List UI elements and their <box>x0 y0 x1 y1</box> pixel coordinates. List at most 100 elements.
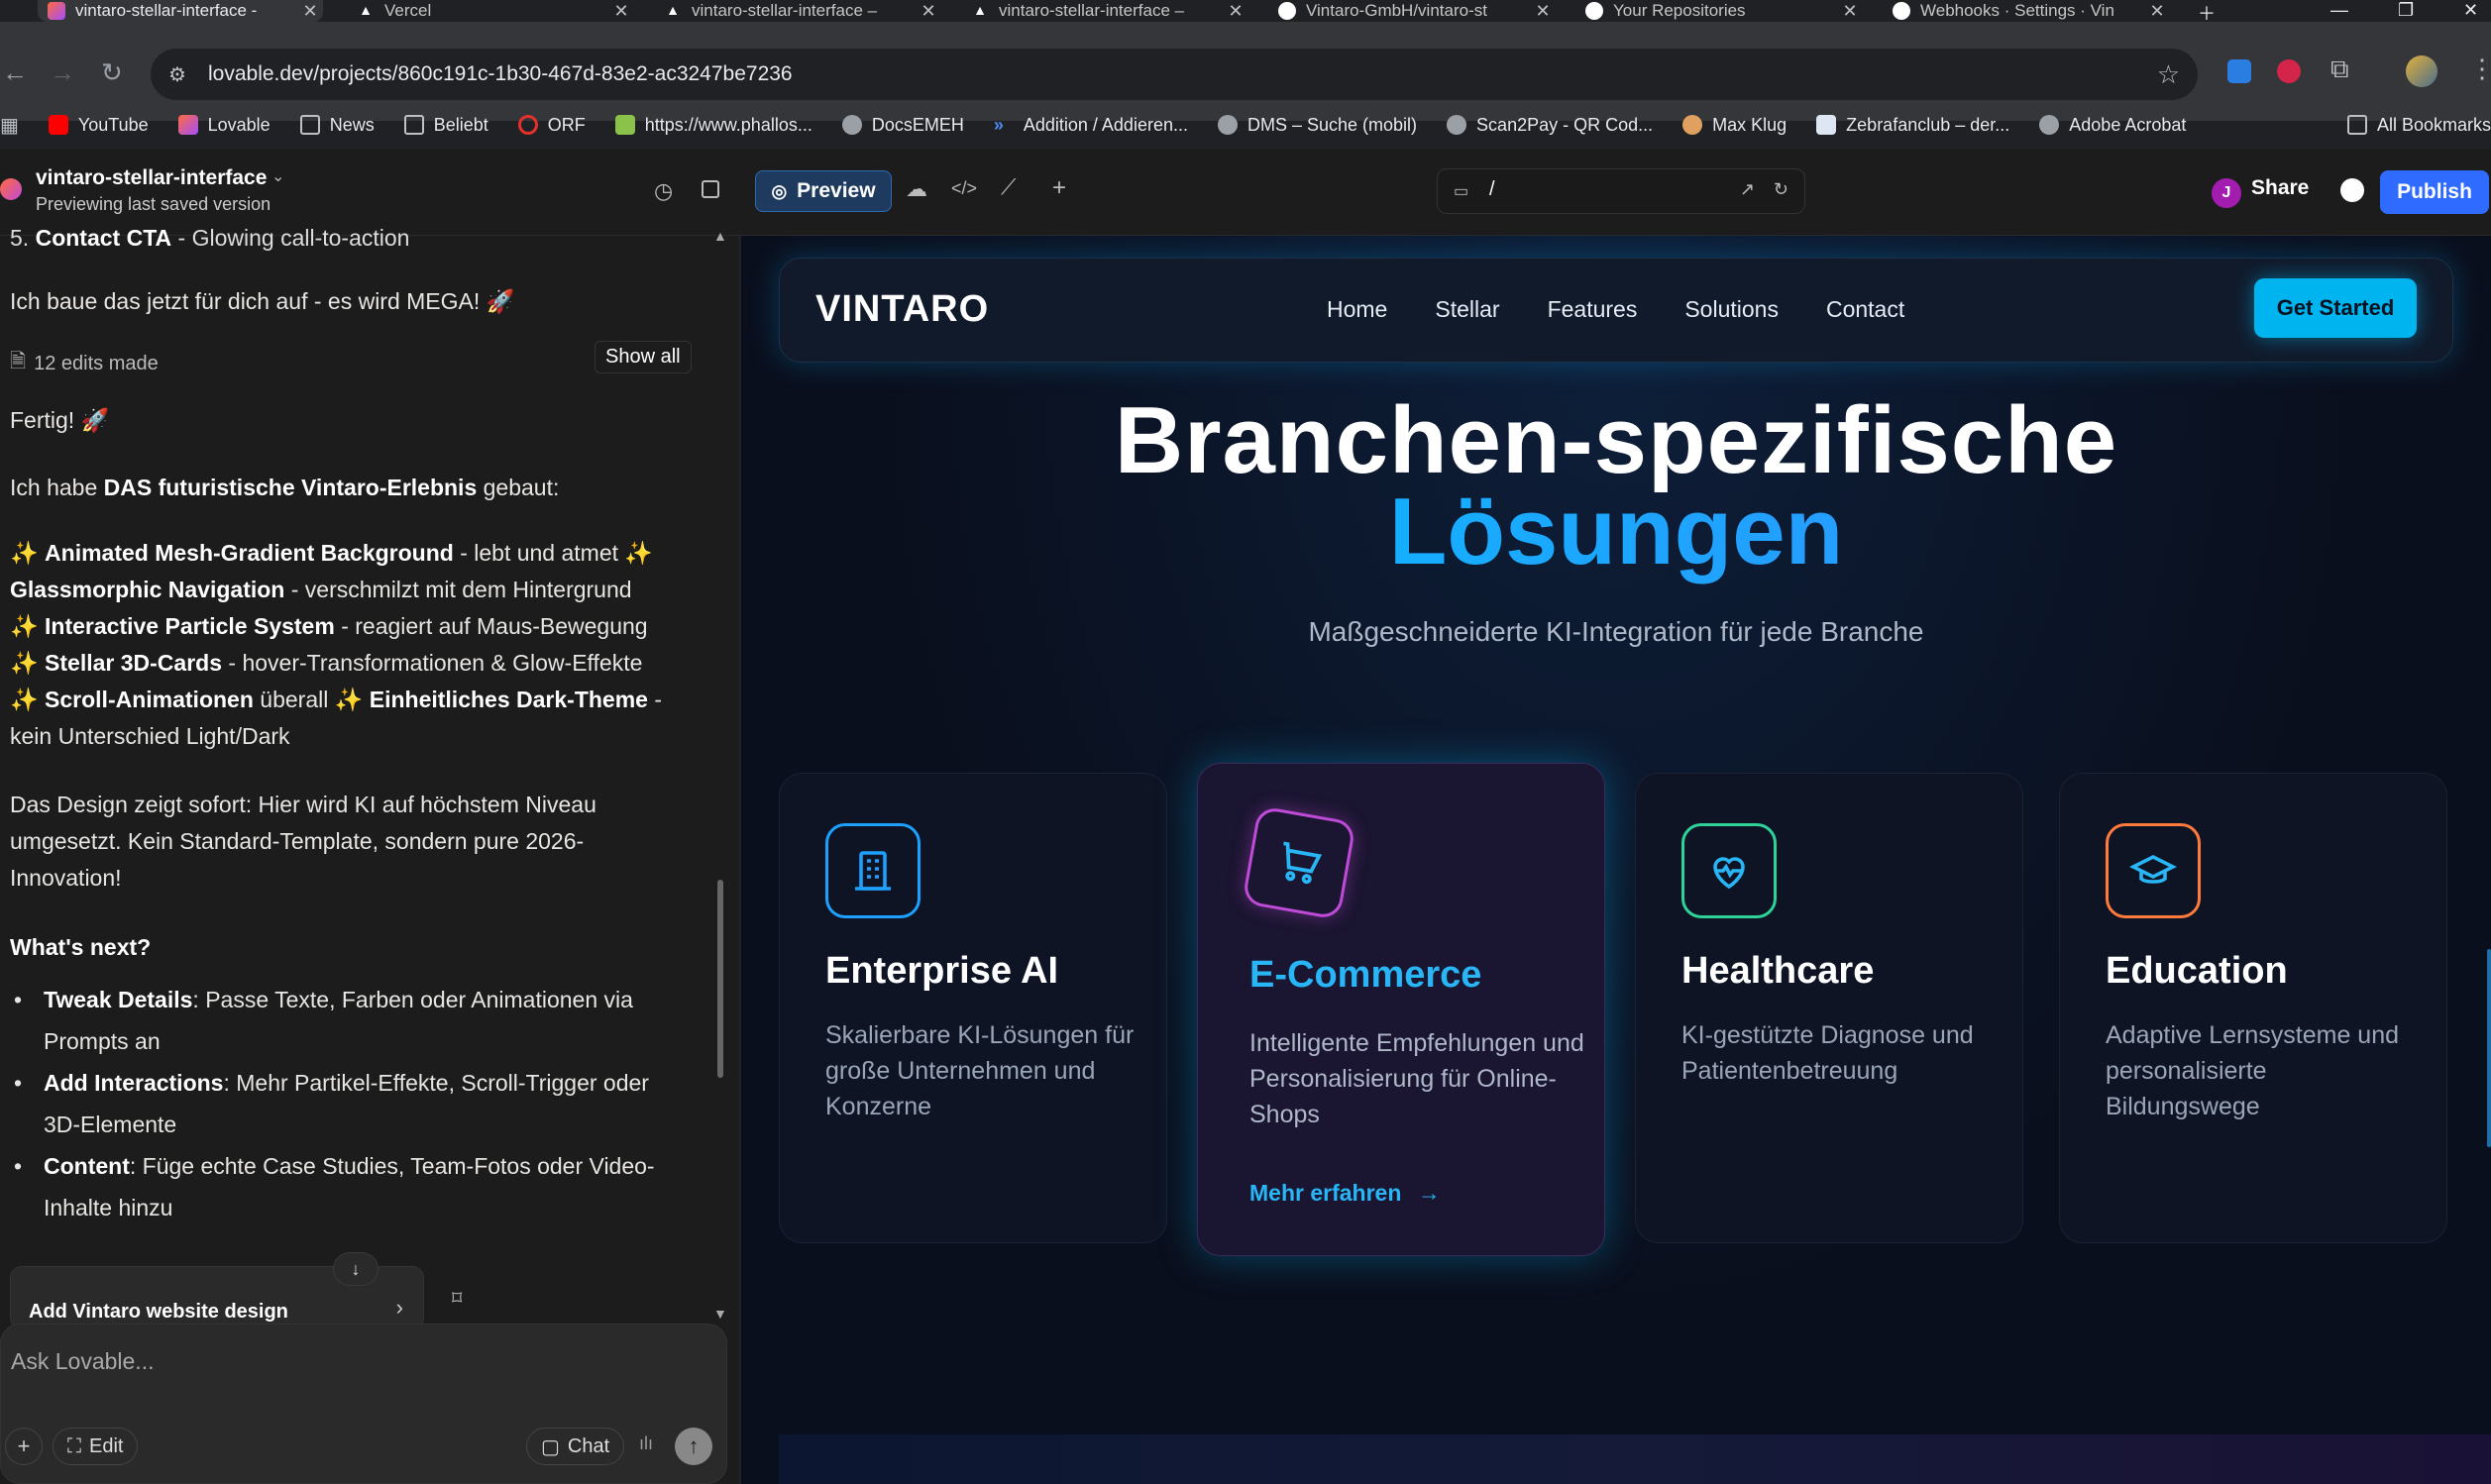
card-ecommerce[interactable]: E-Commerce Intelligente Empfehlungen und… <box>1197 763 1605 1256</box>
publish-button[interactable]: Publish <box>2380 170 2489 214</box>
tab-vintaro-2[interactable]: ▲ vintaro-stellar-interface – ✕ <box>654 0 941 22</box>
bookmark-news[interactable]: News <box>299 115 375 136</box>
profile-avatar[interactable] <box>2406 55 2437 87</box>
tab-webhooks[interactable]: Webhooks · Settings · Vin ✕ <box>1883 0 2170 22</box>
send-button[interactable]: ↑ <box>675 1428 712 1465</box>
bookmark-icon[interactable]: ⌑ <box>452 1286 462 1311</box>
sparkle-icon: ✨ <box>10 613 39 639</box>
close-tab-icon[interactable]: ✕ <box>1530 1 1556 22</box>
menu-kebab-icon[interactable]: ⋮ <box>2469 53 2491 84</box>
address-bar[interactable]: ⚙ lovable.dev/projects/860c191c-1b30-467… <box>151 49 2198 100</box>
preview-scrollbar[interactable] <box>2487 949 2491 1147</box>
get-started-button[interactable]: Get Started <box>2254 278 2417 338</box>
bookmark-docsemeh[interactable]: DocsEMEH <box>841 115 964 136</box>
site-info-icon[interactable]: ⚙ <box>168 62 186 87</box>
tab-vintaro-1[interactable]: vintaro-stellar-interface - ✕ <box>38 0 323 22</box>
route-bar[interactable]: ▭ / ↗ ↻ <box>1437 168 1805 214</box>
extension-icon-2[interactable] <box>2277 59 2301 83</box>
bookmark-scan2pay[interactable]: Scan2Pay - QR Cod... <box>1447 115 1653 136</box>
restore-button[interactable]: ❐ <box>2398 0 2414 21</box>
card-education[interactable]: Education Adaptive Lernsysteme und perso… <box>2059 773 2447 1243</box>
bookmark-star-icon[interactable]: ☆ <box>2157 59 2180 90</box>
history-icon[interactable]: ◷ <box>654 178 673 204</box>
cloud-icon[interactable]: ☁ <box>906 176 927 202</box>
show-all-button[interactable]: Show all <box>595 341 692 373</box>
tab-your-repositories[interactable]: Your Repositories ✕ <box>1575 0 1863 22</box>
all-bookmarks[interactable]: All Bookmarks <box>2346 114 2491 136</box>
bookmark-orf[interactable]: ORF <box>517 115 586 136</box>
code-icon[interactable]: </> <box>951 178 977 199</box>
file-icon: 🗎 <box>10 351 27 372</box>
attach-button[interactable]: + <box>5 1428 43 1465</box>
prompt-input[interactable]: Ask Lovable... <box>11 1348 154 1375</box>
close-tab-icon[interactable]: ✕ <box>916 1 941 22</box>
section-divider <box>779 1434 2491 1484</box>
preview-button[interactable]: ◎ Preview <box>755 170 892 212</box>
voice-icon[interactable]: ılı <box>639 1433 653 1454</box>
close-tab-icon[interactable]: ✕ <box>1837 1 1863 22</box>
scroll-up-icon[interactable]: ▲ <box>713 228 727 244</box>
nav-features[interactable]: Features <box>1548 296 1638 323</box>
device-icon[interactable]: ▭ <box>1454 181 1468 201</box>
bookmark-zebrafanclub[interactable]: Zebrafanclub – der... <box>1816 115 2009 136</box>
close-tab-icon[interactable]: ✕ <box>608 1 634 22</box>
forward-icon[interactable]: → <box>50 57 75 88</box>
close-tab-icon[interactable]: ✕ <box>2144 1 2170 22</box>
bookmark-label: Addition / Addieren... <box>1023 114 1188 135</box>
user-avatar[interactable]: J <box>2212 178 2241 208</box>
add-icon[interactable]: + <box>1052 174 1066 202</box>
lovable-icon <box>177 115 198 135</box>
apps-grid-icon[interactable]: ▦ <box>0 113 19 138</box>
cart-icon <box>1242 805 1356 920</box>
bookmark-phallos[interactable]: https://www.phallos... <box>614 115 812 136</box>
card-title: E-Commerce <box>1249 954 1482 996</box>
more-link[interactable]: Mehr erfahren → <box>1249 1180 1441 1207</box>
analytics-icon[interactable]: ⟋ <box>1001 174 1016 200</box>
bookmark-max-klug[interactable]: Max Klug <box>1682 115 1787 136</box>
card-enterprise-ai[interactable]: Enterprise AI Skalierbare KI-Lösungen fü… <box>779 773 1167 1243</box>
close-tab-icon[interactable]: ✕ <box>1223 1 1248 22</box>
chevron-down-icon[interactable]: ⌄ <box>271 166 284 186</box>
bookmark-youtube[interactable]: YouTube <box>48 115 149 136</box>
vercel-icon: ▲ <box>666 2 680 18</box>
card-healthcare[interactable]: Healthcare KI-gestützte Diagnose und Pat… <box>1635 773 2023 1243</box>
minimize-button[interactable]: — <box>2330 0 2348 21</box>
tab-title: vintaro-stellar-interface – <box>999 1 1185 20</box>
tab-vintaro-3[interactable]: ▲ vintaro-stellar-interface – ✕ <box>961 0 1248 22</box>
scrollbar-thumb[interactable] <box>717 880 723 1078</box>
bookmark-label: All Bookmarks <box>2376 114 2491 135</box>
bookmark-lovable[interactable]: Lovable <box>177 115 271 136</box>
site-preview: VINTARO Home Stellar Features Solutions … <box>741 236 2491 1484</box>
tab-github-repo[interactable]: Vintaro-GmbH/vintaro-st ✕ <box>1268 0 1556 22</box>
github-icon[interactable] <box>2340 178 2364 202</box>
back-icon[interactable]: ← <box>2 57 28 88</box>
extensions-puzzle-icon[interactable]: ⧉ <box>2330 53 2349 85</box>
building-icon <box>825 823 921 918</box>
nav-solutions[interactable]: Solutions <box>1684 296 1779 323</box>
nav-contact[interactable]: Contact <box>1826 296 1904 323</box>
scroll-to-bottom-button[interactable]: ↓ <box>333 1252 379 1286</box>
bookmark-dms[interactable]: DMS – Suche (mobil) <box>1217 115 1417 136</box>
open-external-icon[interactable]: ↗ <box>1740 179 1755 200</box>
bookmark-beliebt[interactable]: Beliebt <box>403 115 488 136</box>
list-item: • Content: Füge echte Case Studies, Team-… <box>14 1145 668 1228</box>
refresh-icon[interactable]: ↻ <box>1774 179 1788 200</box>
nav-stellar[interactable]: Stellar <box>1435 296 1499 323</box>
bookmark-adobe-acrobat[interactable]: Adobe Acrobat <box>2039 115 2186 136</box>
bookmark-addition[interactable]: » Addition / Addieren... <box>994 115 1188 136</box>
nav-home[interactable]: Home <box>1327 296 1387 323</box>
site-logo[interactable]: VINTARO <box>815 288 989 331</box>
extension-icon-1[interactable] <box>2227 59 2251 83</box>
sidebar-toggle-icon[interactable] <box>702 180 719 198</box>
close-tab-icon[interactable]: ✕ <box>297 1 323 22</box>
edit-button[interactable]: ⛶ Edit <box>53 1428 139 1465</box>
chat-mode-button[interactable]: ▢ Chat <box>526 1428 625 1465</box>
tab-vercel[interactable]: ▲ Vercel ✕ <box>347 0 634 22</box>
project-name[interactable]: vintaro-stellar-interface <box>36 166 267 190</box>
reload-icon[interactable]: ↻ <box>101 57 123 88</box>
chevron-right-icon[interactable]: › <box>396 1295 403 1321</box>
scroll-down-icon[interactable]: ▼ <box>713 1306 727 1322</box>
close-window-button[interactable]: ✕ <box>2463 0 2478 21</box>
share-button[interactable]: Share <box>2251 176 2309 200</box>
text-bold: Content <box>44 1153 130 1179</box>
